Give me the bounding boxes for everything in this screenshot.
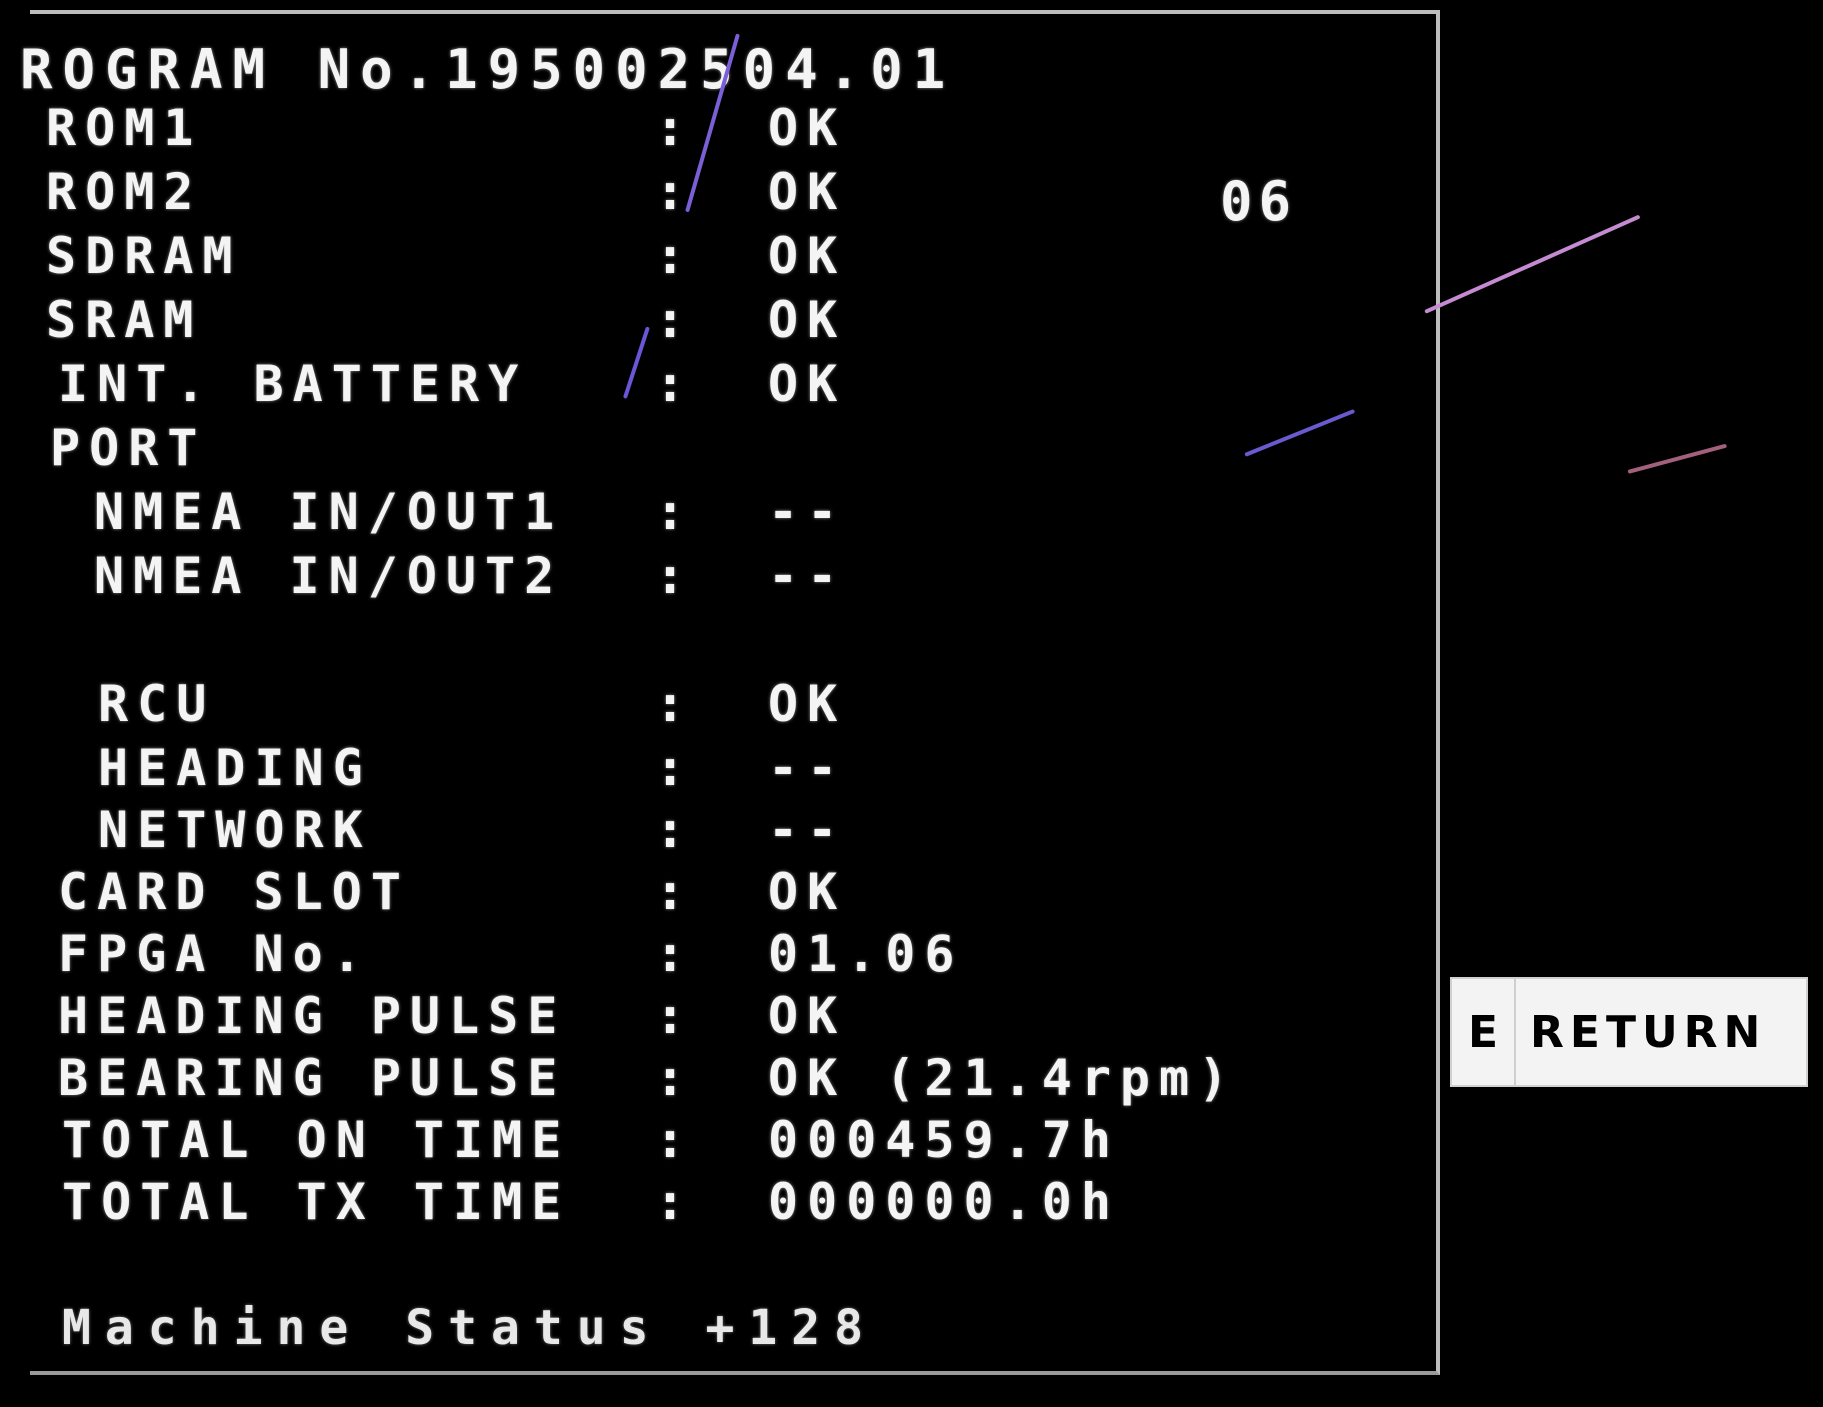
status-row-rom1: ROM1 : OK bbox=[0, 100, 1400, 160]
row-value: -- bbox=[768, 801, 847, 859]
status-row-bearing-pulse: BEARING PULSE : OK (21.4rpm) bbox=[0, 1050, 1400, 1110]
row-label: HEADING bbox=[98, 739, 372, 797]
row-colon: : bbox=[655, 547, 686, 605]
row-colon: : bbox=[655, 291, 686, 349]
row-colon: : bbox=[655, 675, 686, 733]
row-colon: : bbox=[655, 355, 686, 413]
row-label: HEADING PULSE bbox=[58, 987, 567, 1045]
row-label: NMEA IN/OUT1 bbox=[94, 483, 564, 541]
status-row-total-tx-time: TOTAL TX TIME : 000000.0h bbox=[0, 1174, 1400, 1234]
row-label: SRAM bbox=[46, 291, 203, 349]
row-label: ROM2 bbox=[46, 163, 203, 221]
row-label: FPGA No. bbox=[58, 925, 371, 983]
status-row-nmea-1: NMEA IN/OUT1 : -- bbox=[0, 484, 1400, 544]
row-label: CARD SLOT bbox=[58, 863, 410, 921]
row-value: -- bbox=[768, 483, 847, 541]
row-value: OK bbox=[768, 863, 847, 921]
row-value: 01.06 bbox=[768, 925, 964, 983]
row-label: ROM1 bbox=[46, 99, 203, 157]
row-colon: : bbox=[655, 801, 686, 859]
row-colon: : bbox=[655, 227, 686, 285]
row-label: TOTAL ON TIME bbox=[62, 1111, 571, 1169]
row-label: RCU bbox=[98, 675, 216, 733]
row-label: SDRAM bbox=[46, 227, 242, 285]
return-button-label: RETURN bbox=[1530, 1006, 1767, 1058]
status-row-fpga: FPGA No. : 01.06 bbox=[0, 926, 1400, 986]
row-value: OK (21.4rpm) bbox=[768, 1049, 1238, 1107]
status-row-card-slot: CARD SLOT : OK bbox=[0, 864, 1400, 924]
status-row-network: NETWORK : -- bbox=[0, 802, 1400, 862]
status-row-rcu: RCU : OK bbox=[0, 676, 1400, 736]
row-value: OK bbox=[768, 227, 847, 285]
row-label: NMEA IN/OUT2 bbox=[94, 547, 564, 605]
row-colon: : bbox=[655, 483, 686, 541]
row-colon: : bbox=[655, 1173, 686, 1231]
return-key-label: E bbox=[1452, 979, 1516, 1085]
row-colon: : bbox=[655, 925, 686, 983]
row-value: -- bbox=[768, 739, 847, 797]
status-row-port: PORT bbox=[0, 420, 1400, 480]
screen-artifact bbox=[1424, 214, 1641, 314]
status-row-int-battery: INT. BATTERY : OK bbox=[0, 356, 1400, 416]
row-colon: : bbox=[655, 739, 686, 797]
row-value: OK bbox=[768, 291, 847, 349]
row-colon: : bbox=[655, 1049, 686, 1107]
machine-status: Machine Status +128 bbox=[62, 1300, 878, 1356]
status-row-sdram: SDRAM : OK bbox=[0, 228, 1400, 288]
status-row-total-on-time: TOTAL ON TIME : 000459.7h bbox=[0, 1112, 1400, 1172]
status-row-nmea-2: NMEA IN/OUT2 : -- bbox=[0, 548, 1400, 608]
row-value: OK bbox=[768, 99, 847, 157]
row-label: BEARING PULSE bbox=[58, 1049, 567, 1107]
status-row-heading-pulse: HEADING PULSE : OK bbox=[0, 988, 1400, 1048]
row-colon: : bbox=[655, 863, 686, 921]
status-row-sram: SRAM : OK bbox=[0, 292, 1400, 352]
status-row-heading: HEADING : -- bbox=[0, 740, 1400, 800]
row-value: 000000.0h bbox=[768, 1173, 1120, 1231]
screen-artifact bbox=[1627, 443, 1728, 474]
row-value: OK bbox=[768, 987, 847, 1045]
row-colon: : bbox=[655, 987, 686, 1045]
row-label: INT. BATTERY bbox=[58, 355, 528, 413]
row-colon: : bbox=[655, 99, 686, 157]
return-button[interactable]: E RETURN bbox=[1450, 977, 1808, 1087]
row-label: NETWORK bbox=[98, 801, 372, 859]
row-label: PORT bbox=[50, 419, 207, 477]
row-label: TOTAL TX TIME bbox=[62, 1173, 571, 1231]
program-number: ROGRAM No.195002504.01 bbox=[20, 38, 956, 101]
row-colon: : bbox=[655, 163, 686, 221]
row-value: OK bbox=[768, 355, 847, 413]
row-value: OK bbox=[768, 675, 847, 733]
row-value: 000459.7h bbox=[768, 1111, 1120, 1169]
row-value: OK bbox=[768, 163, 847, 221]
row-colon: : bbox=[655, 1111, 686, 1169]
row-value: -- bbox=[768, 547, 847, 605]
